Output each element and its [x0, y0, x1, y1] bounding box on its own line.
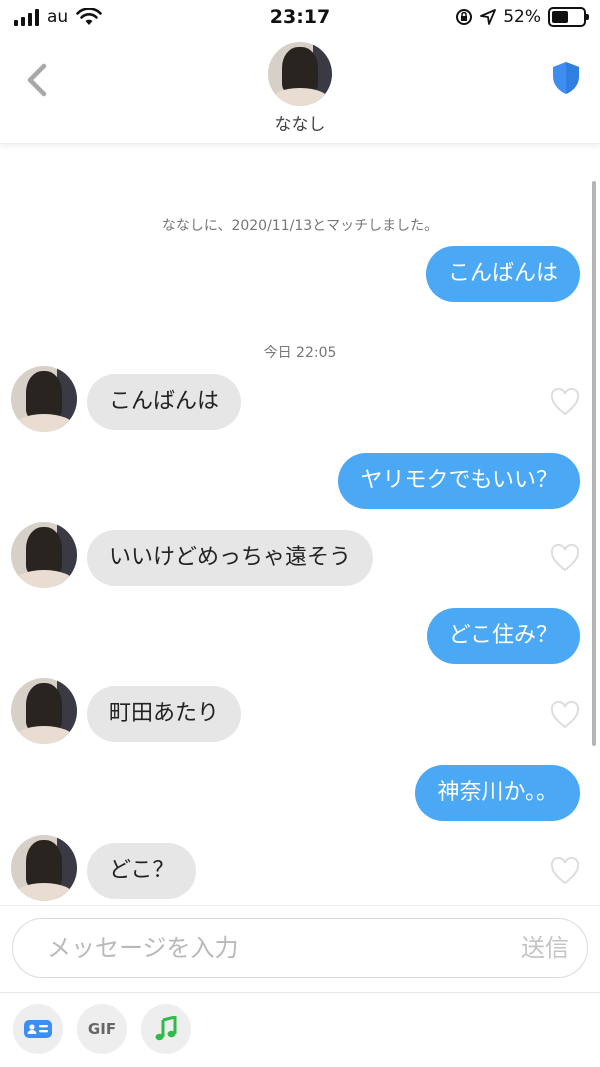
match-name[interactable]: ななし	[0, 110, 600, 135]
composer: メッセージを入力 送信 GIF	[0, 905, 600, 1067]
battery-icon	[548, 7, 589, 27]
message-placeholder[interactable]: メッセージを入力	[47, 919, 239, 977]
outgoing-message[interactable]: 神奈川か。。	[415, 765, 580, 821]
battery-level	[552, 11, 568, 23]
incoming-message[interactable]: こんばんは	[87, 374, 242, 430]
scrollbar[interactable]	[592, 181, 596, 746]
outgoing-message[interactable]: こんばんは	[425, 246, 580, 302]
sender-avatar[interactable]	[11, 678, 77, 744]
match-avatar[interactable]	[268, 42, 332, 106]
incoming-message[interactable]: いいけどめっちゃ遠そう	[87, 530, 374, 586]
rotation-lock-icon	[456, 9, 473, 25]
heart-icon[interactable]	[550, 857, 580, 885]
sender-avatar[interactable]	[11, 835, 77, 901]
status-bar: au 23:17 52%	[0, 0, 600, 36]
heart-icon[interactable]	[550, 701, 580, 729]
location-icon	[480, 9, 497, 25]
contact-card-button[interactable]	[13, 1004, 63, 1054]
heart-icon[interactable]	[550, 388, 580, 416]
contact-card-icon	[24, 1020, 52, 1038]
music-button[interactable]	[141, 1004, 191, 1054]
music-note-icon	[155, 1016, 177, 1041]
message-list[interactable]: ななしに、2020/11/13とマッチしました。 こんばんは 今日 22:05 …	[0, 145, 600, 905]
heart-icon[interactable]	[550, 544, 580, 572]
incoming-message[interactable]: どこ？	[87, 843, 197, 899]
message-input[interactable]: メッセージを入力 送信	[12, 918, 588, 978]
gif-button[interactable]: GIF	[77, 1004, 127, 1054]
shield-icon[interactable]	[550, 60, 582, 96]
send-button[interactable]: 送信	[521, 919, 569, 977]
divider	[0, 992, 600, 993]
battery-percent: 52%	[503, 7, 541, 27]
match-notice: ななしに、2020/11/13とマッチしました。	[161, 218, 439, 234]
sender-avatar[interactable]	[11, 522, 77, 588]
timestamp: 今日 22:05	[263, 345, 337, 361]
gif-label: GIF	[87, 1020, 117, 1038]
sender-avatar[interactable]	[11, 366, 77, 432]
outgoing-message[interactable]: どこ住み？	[426, 608, 580, 664]
chat-header: ななし	[0, 36, 600, 144]
status-right: 52%	[455, 7, 589, 27]
outgoing-message[interactable]: ヤリモクでもいい？	[338, 453, 580, 509]
incoming-message[interactable]: 町田あたり	[87, 686, 242, 742]
chevron-left-icon[interactable]	[20, 60, 54, 100]
